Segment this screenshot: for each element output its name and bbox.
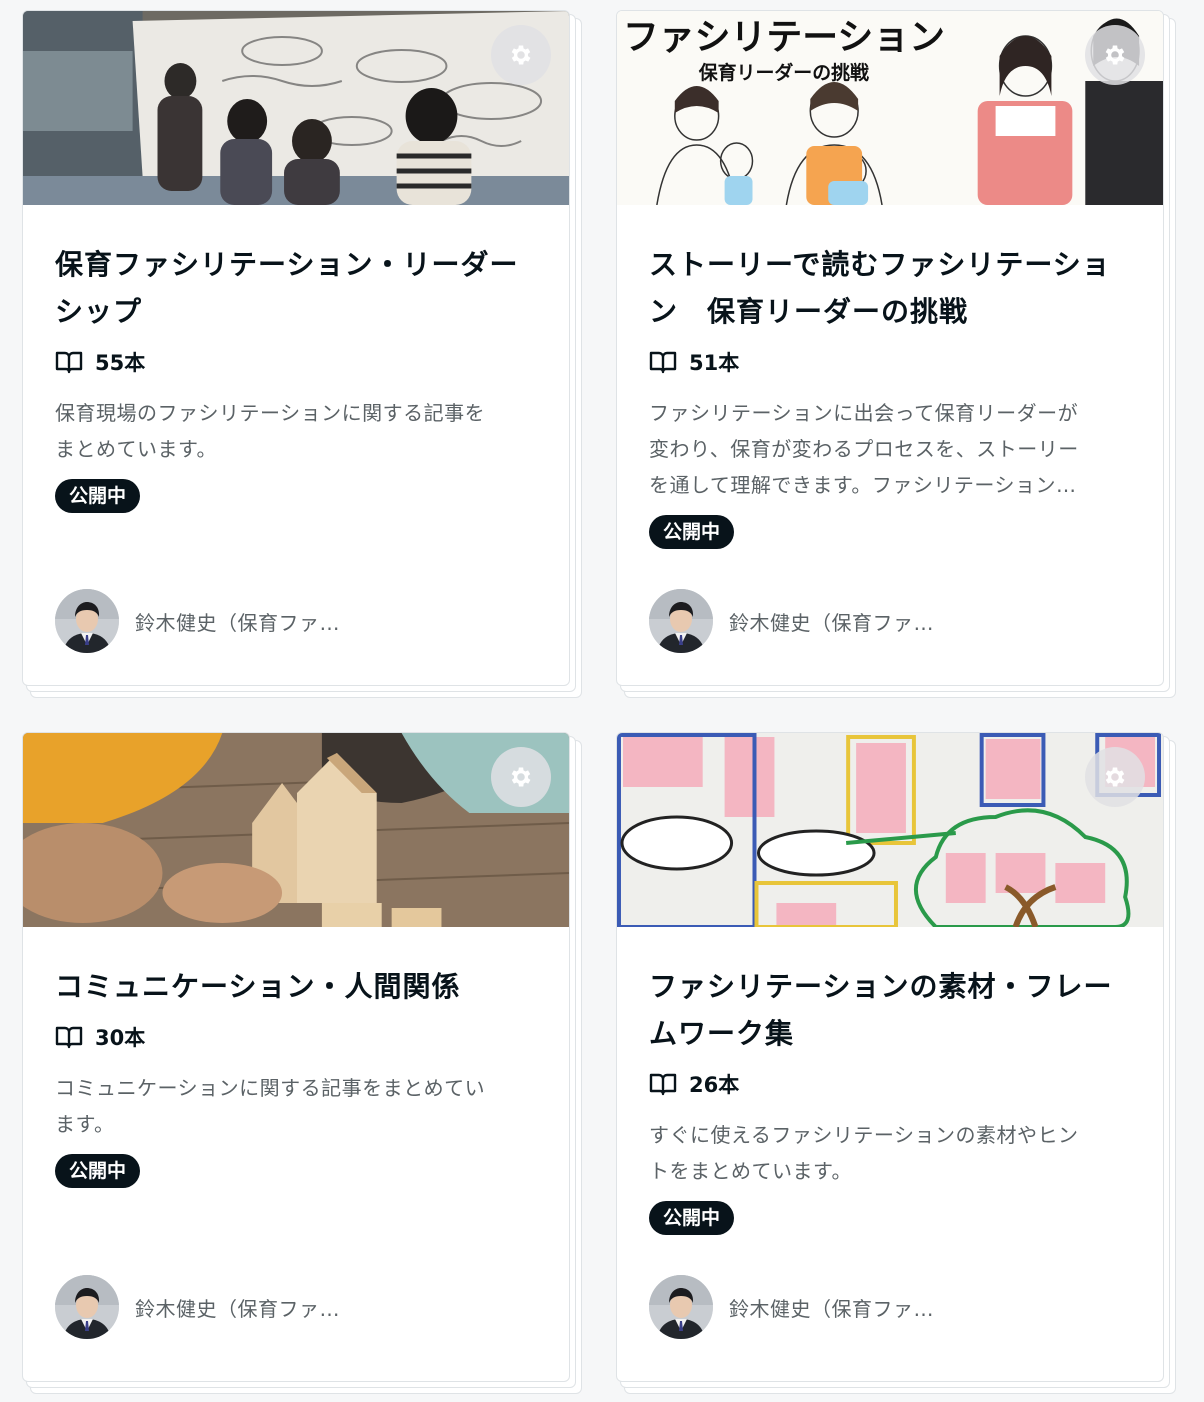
- card-description: ファシリテーションに出会って保育リーダーが 変わり、保育が変わるプロセスを、スト…: [649, 395, 1131, 503]
- avatar: [649, 1275, 713, 1339]
- author[interactable]: 鈴木健史（保育ファ…: [649, 589, 934, 653]
- gear-icon: [508, 764, 534, 790]
- card-thumbnail[interactable]: [23, 11, 569, 205]
- card-description-line: ファシリテーションに出会って保育リーダーが: [649, 401, 1079, 425]
- author[interactable]: 鈴木健史（保育ファ…: [649, 1275, 934, 1339]
- article-count: 26本: [649, 1069, 1131, 1099]
- card-description-line: まとめています。: [55, 437, 217, 461]
- magazine-card-wrapper: ファシリテーション 保育リーダーの挑戦 ストーリーで読むファシリテーショ ン 保…: [616, 10, 1176, 700]
- manga-illustration: ファシリテーション 保育リーダーの挑戦: [617, 11, 1163, 205]
- card-title-line: ムワーク集: [649, 1017, 795, 1050]
- gear-icon: [1102, 42, 1128, 68]
- card-description-line: 変わり、保育が変わるプロセスを、ストーリー: [649, 437, 1079, 461]
- settings-button[interactable]: [491, 25, 551, 85]
- card-title-line: シップ: [55, 295, 143, 328]
- article-count: 51本: [649, 347, 1131, 377]
- card-title-line: ストーリーで読むファシリテーショ: [649, 248, 1111, 281]
- card-title-line: コミュニケーション・人間関係: [55, 970, 461, 1003]
- card-title[interactable]: コミュニケーション・人間関係: [55, 963, 537, 1010]
- avatar: [55, 1275, 119, 1339]
- card-title-line: ン 保育リーダーの挑戦: [649, 295, 969, 328]
- card-description-line: を通して理解できます。ファシリテーション…: [649, 473, 1077, 497]
- article-count: 55本: [55, 347, 537, 377]
- card-thumbnail[interactable]: [23, 733, 569, 927]
- card-description: すぐに使えるファシリテーションの素材やヒン トをまとめています。: [649, 1117, 1131, 1189]
- card-description: 保育現場のファシリテーションに関する記事を まとめています。: [55, 395, 537, 467]
- magazine-card[interactable]: ファシリテーション 保育リーダーの挑戦 ストーリーで読むファシリテーショ ン 保…: [616, 10, 1164, 686]
- article-count-value: 51本: [689, 351, 740, 375]
- article-count-value: 30本: [95, 1026, 146, 1050]
- author-name: 鈴木健史（保育ファ…: [729, 610, 934, 635]
- author[interactable]: 鈴木健史（保育ファ…: [55, 1275, 340, 1339]
- svg-text:ファシリテーション: ファシリテーション: [623, 17, 945, 58]
- author-name: 鈴木健史（保育ファ…: [135, 610, 340, 635]
- card-thumbnail[interactable]: ファシリテーション 保育リーダーの挑戦: [617, 11, 1163, 205]
- magazine-card[interactable]: ファシリテーションの素材・フレー ムワーク集 26本 すぐに使えるファシリテーシ…: [616, 732, 1164, 1382]
- card-title[interactable]: ファシリテーションの素材・フレー ムワーク集: [649, 963, 1131, 1057]
- book-icon: [649, 1072, 677, 1096]
- card-description-line: すぐに使えるファシリテーションの素材やヒン: [649, 1123, 1079, 1147]
- status-badge: 公開中: [649, 515, 735, 549]
- card-thumbnail[interactable]: [617, 733, 1163, 927]
- card-description-line: 保育現場のファシリテーションに関する記事を: [55, 401, 486, 425]
- sticky-notes-board-photo: [617, 733, 1163, 927]
- gear-icon: [1102, 764, 1128, 790]
- book-icon: [649, 350, 677, 374]
- settings-button[interactable]: [1085, 747, 1145, 807]
- whiteboard-children-photo: [23, 11, 569, 205]
- magazine-card-wrapper: 保育ファシリテーション・リーダー シップ 55本 保育現場のファシリテーションに…: [22, 10, 582, 700]
- card-title-line: 保育ファシリテーション・リーダー: [55, 248, 519, 281]
- wooden-blocks-photo: [23, 733, 569, 927]
- magazine-card-wrapper: コミュニケーション・人間関係 30本 コミュニケーションに関する記事をまとめてい…: [22, 732, 582, 1394]
- gear-icon: [508, 42, 534, 68]
- card-title-line: ファシリテーションの素材・フレー: [649, 970, 1113, 1003]
- article-count-value: 55本: [95, 351, 146, 375]
- magazine-card[interactable]: 保育ファシリテーション・リーダー シップ 55本 保育現場のファシリテーションに…: [22, 10, 570, 686]
- book-icon: [55, 350, 83, 374]
- card-description-line: トをまとめています。: [649, 1159, 852, 1183]
- card-description-line: コミュニケーションに関する記事をまとめてい: [55, 1076, 486, 1100]
- author[interactable]: 鈴木健史（保育ファ…: [55, 589, 340, 653]
- avatar: [649, 589, 713, 653]
- article-count: 30本: [55, 1022, 537, 1052]
- svg-text:保育リーダーの挑戦: 保育リーダーの挑戦: [698, 61, 869, 84]
- magazine-card[interactable]: コミュニケーション・人間関係 30本 コミュニケーションに関する記事をまとめてい…: [22, 732, 570, 1382]
- status-badge: 公開中: [55, 479, 141, 513]
- author-name: 鈴木健史（保育ファ…: [729, 1296, 934, 1321]
- article-count-value: 26本: [689, 1073, 740, 1097]
- status-badge: 公開中: [55, 1154, 141, 1188]
- settings-button[interactable]: [1085, 25, 1145, 85]
- card-title[interactable]: ストーリーで読むファシリテーショ ン 保育リーダーの挑戦: [649, 241, 1131, 335]
- author-name: 鈴木健史（保育ファ…: [135, 1296, 340, 1321]
- status-badge: 公開中: [649, 1201, 735, 1235]
- card-title[interactable]: 保育ファシリテーション・リーダー シップ: [55, 241, 537, 335]
- book-icon: [55, 1025, 83, 1049]
- card-description: コミュニケーションに関する記事をまとめてい ます。: [55, 1070, 537, 1142]
- settings-button[interactable]: [491, 747, 551, 807]
- magazine-card-wrapper: ファシリテーションの素材・フレー ムワーク集 26本 すぐに使えるファシリテーシ…: [616, 732, 1176, 1394]
- card-description-line: ます。: [55, 1112, 115, 1136]
- avatar: [55, 589, 119, 653]
